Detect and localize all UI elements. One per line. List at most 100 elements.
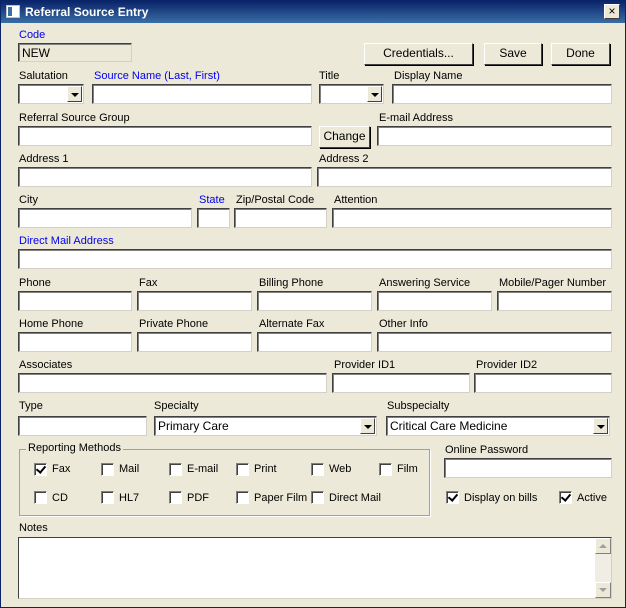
mail-checkbox-label: Mail: [119, 463, 140, 475]
display-on-bills-checkbox[interactable]: [446, 491, 459, 504]
credentials-button[interactable]: Credentials...: [364, 43, 473, 65]
provider-id2-field[interactable]: [474, 373, 612, 393]
scroll-down-icon[interactable]: [595, 582, 611, 598]
alternate-fax-field[interactable]: [257, 332, 372, 352]
direct-mail-label: Direct Mail Address: [19, 235, 114, 247]
title-label: Title: [319, 70, 340, 82]
city-field[interactable]: [18, 208, 192, 228]
cd-checkbox-label: CD: [52, 492, 68, 504]
film-checkbox-label: Film: [397, 463, 418, 475]
chevron-down-icon[interactable]: [67, 86, 82, 102]
mobile-pager-label: Mobile/Pager Number: [499, 277, 606, 289]
type-label: Type: [19, 400, 43, 412]
title-combo[interactable]: [319, 84, 384, 104]
chevron-down-icon[interactable]: [593, 418, 608, 434]
source-name-label: Source Name (Last, First): [94, 70, 220, 82]
email-checkbox[interactable]: [169, 463, 182, 476]
specialty-label: Specialty: [154, 400, 199, 412]
code-label: Code: [19, 29, 46, 41]
web-checkbox[interactable]: [311, 463, 324, 476]
cd-checkbox[interactable]: [34, 491, 47, 504]
referral-source-group-field[interactable]: [18, 126, 312, 146]
alternate-fax-label: Alternate Fax: [259, 318, 325, 330]
subspecialty-combo[interactable]: Critical Care Medicine: [386, 416, 610, 436]
fax-field[interactable]: [137, 291, 252, 311]
online-password-label: Online Password: [445, 444, 529, 456]
fax-label: Fax: [139, 277, 158, 289]
direct-mail-checkbox-label: Direct Mail: [329, 492, 381, 504]
active-checkbox[interactable]: [559, 491, 572, 504]
reporting-methods-group: Reporting Methods: [19, 442, 430, 516]
title-bar: Referral Source Entry ×: [1, 1, 625, 23]
web-checkbox-label: Web: [329, 463, 352, 475]
change-button[interactable]: Change: [319, 126, 370, 148]
hl7-checkbox[interactable]: [101, 491, 114, 504]
email-checkbox-label: E-mail: [187, 463, 219, 475]
phone-label: Phone: [19, 277, 51, 289]
address1-label: Address 1: [19, 153, 69, 165]
salutation-label: Salutation: [19, 70, 68, 82]
attention-label: Attention: [334, 194, 378, 206]
code-field[interactable]: NEW: [18, 43, 132, 62]
specialty-value: Primary Care: [158, 419, 229, 433]
online-password-field[interactable]: [444, 458, 612, 478]
display-name-field[interactable]: [392, 84, 612, 104]
email-label: E-mail Address: [379, 112, 453, 124]
close-button[interactable]: ×: [604, 4, 620, 19]
billing-phone-label: Billing Phone: [259, 277, 324, 289]
mail-checkbox[interactable]: [101, 463, 114, 476]
window-title: Referral Source Entry: [25, 5, 149, 19]
answering-service-field[interactable]: [377, 291, 492, 311]
hl7-checkbox-label: HL7: [119, 492, 140, 504]
save-button[interactable]: Save: [484, 43, 542, 65]
private-phone-label: Private Phone: [139, 318, 209, 330]
zip-field[interactable]: [234, 208, 327, 228]
attention-field[interactable]: [332, 208, 612, 228]
zip-label: Zip/Postal Code: [236, 194, 315, 206]
paper-film-checkbox[interactable]: [236, 491, 249, 504]
done-button[interactable]: Done: [551, 43, 610, 65]
billing-phone-field[interactable]: [257, 291, 372, 311]
private-phone-field[interactable]: [137, 332, 252, 352]
print-checkbox-label: Print: [254, 463, 277, 475]
answering-service-label: Answering Service: [379, 277, 471, 289]
direct-mail-checkbox[interactable]: [311, 491, 324, 504]
other-info-label: Other Info: [379, 318, 428, 330]
scroll-up-icon[interactable]: [595, 538, 611, 554]
active-label: Active: [577, 492, 607, 504]
chevron-down-icon[interactable]: [360, 418, 375, 434]
notes-textarea[interactable]: [18, 537, 612, 599]
phone-field[interactable]: [18, 291, 132, 311]
fax-checkbox[interactable]: [34, 463, 47, 476]
city-label: City: [19, 194, 38, 206]
salutation-combo[interactable]: [18, 84, 84, 104]
other-info-field[interactable]: [377, 332, 612, 352]
display-on-bills-label: Display on bills: [464, 492, 538, 504]
address2-label: Address 2: [319, 153, 369, 165]
associates-field[interactable]: [18, 373, 327, 393]
specialty-combo[interactable]: Primary Care: [154, 416, 377, 436]
subspecialty-value: Critical Care Medicine: [390, 419, 508, 433]
notes-scrollbar[interactable]: [595, 538, 611, 598]
chevron-down-icon[interactable]: [367, 86, 382, 102]
print-checkbox[interactable]: [236, 463, 249, 476]
associates-label: Associates: [19, 359, 73, 371]
state-field[interactable]: [197, 208, 230, 228]
type-field[interactable]: [18, 416, 147, 436]
referral-source-group-label: Referral Source Group: [19, 112, 130, 124]
film-checkbox[interactable]: [379, 463, 392, 476]
provider-id1-label: Provider ID1: [334, 359, 396, 371]
mobile-pager-field[interactable]: [497, 291, 612, 311]
direct-mail-field[interactable]: [18, 249, 612, 269]
state-label: State: [199, 194, 225, 206]
provider-id1-field[interactable]: [332, 373, 470, 393]
subspecialty-label: Subspecialty: [387, 400, 450, 412]
address1-field[interactable]: [18, 167, 312, 187]
fax-checkbox-label: Fax: [52, 463, 71, 475]
address2-field[interactable]: [317, 167, 612, 187]
pdf-checkbox[interactable]: [169, 491, 182, 504]
source-name-field[interactable]: [92, 84, 312, 104]
email-field[interactable]: [377, 126, 612, 146]
reporting-methods-legend: Reporting Methods: [26, 442, 123, 454]
home-phone-field[interactable]: [18, 332, 132, 352]
